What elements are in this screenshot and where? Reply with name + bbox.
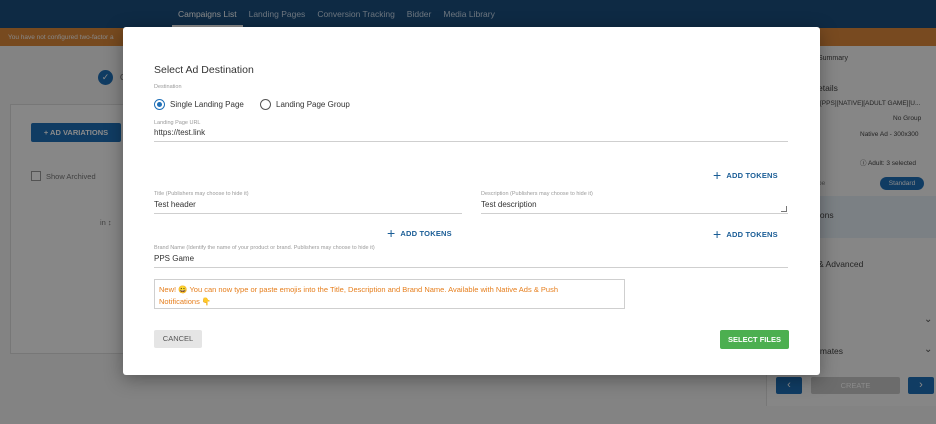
brand-name-value: PPS Game [154, 254, 195, 263]
cancel-button[interactable]: CANCEL [154, 330, 202, 348]
radio-selected-icon[interactable] [154, 99, 165, 110]
notice-line-1: New! 😀 You can now type or paste emojis … [159, 285, 558, 294]
emoji-notice: New! 😀 You can now type or paste emojis … [154, 279, 625, 309]
radio-landing-page-group[interactable]: Landing Page Group [260, 99, 350, 110]
dialog-title: Select Ad Destination [154, 64, 254, 76]
select-ad-destination-dialog: Select Ad Destination Destination Single… [123, 27, 820, 375]
add-tokens-title-button[interactable]: + ADD TOKENS [387, 224, 452, 241]
add-tokens-label: ADD TOKENS [726, 230, 778, 239]
landing-url-label: Landing Page URL [154, 120, 201, 126]
radio-group-label: Landing Page Group [276, 100, 350, 109]
plus-icon: + [713, 225, 722, 242]
title-label: Title (Publishers may choose to hide it) [154, 191, 249, 197]
description-label: Description (Publishers may choose to hi… [481, 191, 593, 197]
select-files-button[interactable]: SELECT FILES [720, 330, 789, 349]
brand-name-input[interactable]: PPS Game [154, 254, 788, 268]
title-input[interactable]: Test header [154, 200, 462, 214]
landing-url-value: https://test.link [154, 128, 206, 137]
description-value: Test description [481, 200, 537, 209]
add-tokens-description-button[interactable]: + ADD TOKENS [713, 225, 778, 242]
resize-handle-icon[interactable] [781, 206, 787, 212]
radio-unselected-icon[interactable] [260, 99, 271, 110]
brand-name-label: Brand Name (Identify the name of your pr… [154, 245, 375, 251]
add-tokens-label: ADD TOKENS [400, 229, 452, 238]
description-textarea[interactable]: Test description [481, 200, 788, 214]
destination-label: Destination [154, 84, 182, 90]
notice-line-2: Notifications 👇 [159, 297, 212, 306]
title-value: Test header [154, 200, 196, 209]
add-tokens-label: ADD TOKENS [726, 171, 778, 180]
add-tokens-url-button[interactable]: + ADD TOKENS [713, 166, 778, 183]
landing-url-input[interactable]: https://test.link [154, 128, 788, 142]
plus-icon: + [713, 166, 722, 183]
radio-single-landing-page[interactable]: Single Landing Page [154, 99, 244, 110]
plus-icon: + [387, 224, 396, 241]
radio-single-label: Single Landing Page [170, 100, 244, 109]
